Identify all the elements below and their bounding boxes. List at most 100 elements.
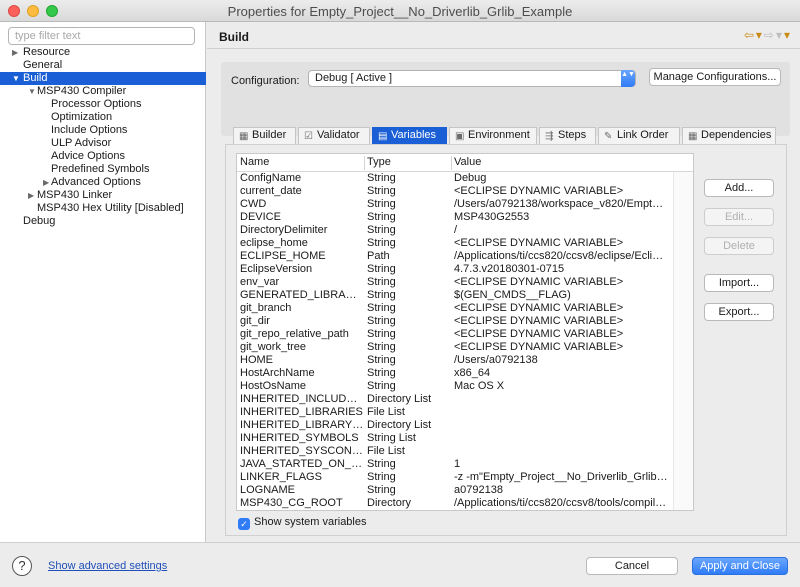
configuration-select[interactable]: Debug [ Active ] ▲▼ [308, 70, 636, 87]
table-row[interactable]: HostArchName String x86_64 [237, 367, 693, 380]
variable-type-cell: File List [367, 406, 405, 418]
table-row[interactable]: env_var String <ECLIPSE DYNAMIC VARIABLE> [237, 276, 693, 289]
variable-name-cell: INHERITED_SYSCONFIG_... [240, 445, 364, 457]
table-row[interactable]: EclipseVersion String 4.7.3.v20180301-0715 [237, 263, 693, 276]
table-row[interactable]: eclipse_home String <ECLIPSE DYNAMIC VARIA… [237, 237, 693, 250]
cancel-button[interactable]: Cancel [586, 557, 678, 575]
table-row[interactable]: CWD String/Users/a0792138/workspace_v820/… [237, 198, 693, 211]
property-tree: ▶ Resource General ▼ Build ▼ MSP430 Compiler Pr… [0, 46, 206, 228]
column-divider[interactable] [451, 156, 452, 170]
table-row[interactable]: LOGNAME String a0792138 [237, 484, 693, 497]
variable-value-cell: /Applications/ti/ccs820/ccsv8/tools/comp… [454, 497, 668, 509]
manage-configurations-button[interactable]: Manage Configurations... [649, 68, 781, 86]
table-row[interactable]: MSP430_CG_ROOT Directory/Applications/ti/… [237, 497, 693, 510]
tree-item[interactable]: MSP430 Hex Utility [Disabled] [0, 202, 206, 215]
add-variable-button[interactable]: Add... [704, 179, 774, 197]
variable-name-cell: DEVICE [240, 211, 281, 223]
tree-item-label: Processor Options [51, 98, 142, 110]
table-row[interactable]: JAVA_STARTED_ON_FIRS...String 1 [237, 458, 693, 471]
variable-name-cell: CWD [240, 198, 267, 210]
import-variables-button[interactable]: Import... [704, 274, 774, 292]
variable-type-cell: String [367, 367, 396, 379]
variable-name-cell: HostArchName [240, 367, 315, 379]
delete-variable-button[interactable]: Delete [704, 237, 774, 255]
table-row[interactable]: current_date String <ECLIPSE DYNAMIC VARIA… [237, 185, 693, 198]
view-menu-icon[interactable]: ▾ [784, 28, 792, 42]
tree-item[interactable]: Processor Options [0, 98, 206, 111]
table-header: Name Type Value [237, 154, 693, 172]
filter-input[interactable] [8, 27, 195, 45]
export-variables-button[interactable]: Export... [704, 303, 774, 321]
tab-validator[interactable]: ☑ Validator [298, 127, 370, 144]
table-row[interactable]: ECLIPSE_HOME Path/Applications/ti/ccs820/… [237, 250, 693, 263]
column-header-value[interactable]: Value [454, 156, 481, 168]
tree-item[interactable]: Debug [0, 215, 206, 228]
table-row[interactable]: INHERITED_INCLUDE_PATHDirectory List [237, 393, 693, 406]
variable-value-cell: <ECLIPSE DYNAMIC VARIABLE> [454, 276, 624, 288]
tree-item[interactable]: ▼ MSP430 Compiler [0, 85, 206, 98]
table-row[interactable]: git_repo_relative_path String <ECLIPSE DYN… [237, 328, 693, 341]
checkbox-checked-icon[interactable]: ✓ [238, 518, 250, 530]
table-row[interactable]: INHERITED_SYMBOLS String List [237, 432, 693, 445]
tab-builder[interactable]: ▦ Builder [233, 127, 296, 144]
tab-link-order[interactable]: ✎ Link Order [598, 127, 680, 144]
variable-type-cell: File List [367, 445, 405, 457]
table-row[interactable]: HostOsName String Mac OS X [237, 380, 693, 393]
tab-environment[interactable]: ▣ Environment [449, 127, 537, 144]
tree-item[interactable]: Predefined Symbols [0, 163, 206, 176]
help-icon[interactable]: ? [12, 556, 32, 576]
show-advanced-settings-link[interactable]: Show advanced settings [48, 560, 167, 572]
variable-name-cell: git_branch [240, 302, 292, 314]
tree-item-label: Include Options [51, 124, 128, 136]
column-header-name[interactable]: Name [240, 156, 269, 168]
table-row[interactable]: DEVICE String MSP430G2553 [237, 211, 693, 224]
tab-dependencies[interactable]: ▦ Dependencies [682, 127, 776, 144]
variable-name-cell: current_date [240, 185, 302, 197]
forward-arrow-icon[interactable]: ⇨▾ [764, 28, 784, 42]
variable-type-cell: String [367, 172, 396, 184]
variable-name-cell: INHERITED_LIBRARIES [240, 406, 363, 418]
tree-item[interactable]: ▶ Resource [0, 46, 206, 59]
variable-value-cell: <ECLIPSE DYNAMIC VARIABLE> [454, 315, 624, 327]
table-scrollbar[interactable] [673, 172, 693, 510]
table-row[interactable]: INHERITED_SYSCONFIG_...File List [237, 445, 693, 458]
tab-steps[interactable]: ⇶ Steps [539, 127, 596, 144]
tree-item[interactable]: General [0, 59, 206, 72]
variable-value-cell: -z -m"Empty_Project__No_Driverlib_Grlib_… [454, 471, 668, 483]
tree-item[interactable]: ▶ MSP430 Linker [0, 189, 206, 202]
variable-value-cell: x86_64 [454, 367, 491, 379]
variable-name-cell: eclipse_home [240, 237, 308, 249]
expand-triangle-icon[interactable]: ▶ [43, 176, 49, 189]
variable-value-cell: 1 [454, 458, 461, 470]
tree-item[interactable]: Advice Options [0, 150, 206, 163]
column-header-type[interactable]: Type [367, 156, 391, 168]
table-row[interactable]: INHERITED_LIBRARIES File List [237, 406, 693, 419]
collapse-triangle-icon[interactable]: ▼ [12, 72, 20, 85]
show-system-variables-checkbox[interactable]: ✓ Show system variables [238, 516, 367, 530]
tab-variables[interactable]: ▤ Variables [372, 127, 447, 144]
tree-item[interactable]: Include Options [0, 124, 206, 137]
expand-triangle-icon[interactable]: ▶ [12, 46, 18, 59]
tree-item[interactable]: ▼ Build [0, 72, 206, 85]
column-divider[interactable] [364, 156, 365, 170]
expand-triangle-icon[interactable]: ▶ [28, 189, 34, 202]
variable-name-cell: env_var [240, 276, 280, 288]
table-row[interactable]: git_dir String <ECLIPSE DYNAMIC VARIABLE> [237, 315, 693, 328]
tree-item[interactable]: ULP Advisor [0, 137, 206, 150]
table-row[interactable]: DirectoryDelimiter String / [237, 224, 693, 237]
table-row[interactable]: git_branch String <ECLIPSE DYNAMIC VARIABL… [237, 302, 693, 315]
table-row[interactable]: git_work_tree String <ECLIPSE DYNAMIC VARI… [237, 341, 693, 354]
tree-item[interactable]: ▶ Advanced Options [0, 176, 206, 189]
tree-item[interactable]: Optimization [0, 111, 206, 124]
apply-and-close-button[interactable]: Apply and Close [692, 557, 788, 575]
table-row[interactable]: GENERATED_LIBRARIES String $(GEN_CMDS__FLA… [237, 289, 693, 302]
edit-variable-button[interactable]: Edit... [704, 208, 774, 226]
table-row[interactable]: HOME String/Users/a0792138 [237, 354, 693, 367]
table-row[interactable]: INHERITED_LIBRARY_PATHDirectory List [237, 419, 693, 432]
variable-name-cell: ConfigName [240, 172, 302, 184]
table-row[interactable]: ConfigName String Debug [237, 172, 693, 185]
collapse-triangle-icon[interactable]: ▼ [28, 85, 36, 98]
table-row[interactable]: LINKER_FLAGS String -z -m"Empty_Project__N… [237, 471, 693, 484]
variable-type-cell: String [367, 471, 396, 483]
back-arrow-icon[interactable]: ⇦▾ [744, 28, 764, 42]
